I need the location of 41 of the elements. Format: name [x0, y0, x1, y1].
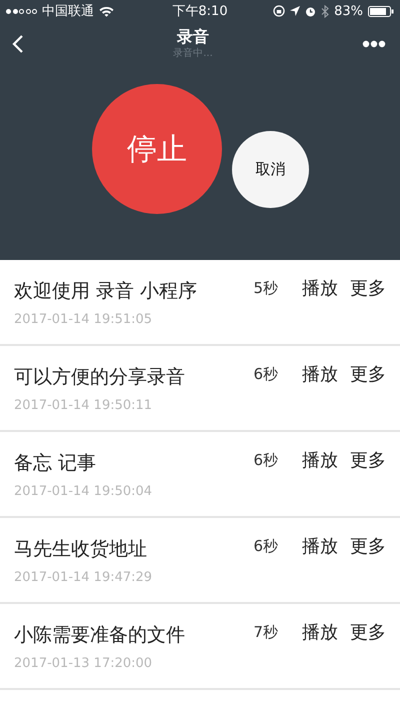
- play-button[interactable]: 播放: [302, 276, 338, 300]
- recording-duration: 6秒: [253, 364, 278, 384]
- recording-date: 2017-01-14 19:47:29: [14, 570, 154, 584]
- play-button[interactable]: 播放: [302, 534, 338, 558]
- more-link[interactable]: 更多: [350, 534, 386, 558]
- recording-duration: 6秒: [253, 450, 278, 470]
- recording-date: 2017-01-14 19:50:04: [14, 484, 154, 498]
- alarm-clock-icon: [305, 6, 316, 16]
- page-subtitle: 录音中...: [173, 47, 213, 61]
- more-icon[interactable]: [362, 40, 386, 48]
- recording-duration: 6秒: [253, 536, 278, 556]
- signal-icon: [6, 8, 37, 14]
- play-button[interactable]: 播放: [302, 620, 338, 644]
- play-button[interactable]: 播放: [302, 362, 338, 386]
- recording-title: 欢迎使用 录音 小程序: [14, 278, 198, 304]
- status-time: 下午8:10: [171, 3, 229, 20]
- wifi-icon: [99, 6, 114, 16]
- recording-title: 马先生收货地址: [14, 536, 148, 562]
- recording-date: 2017-01-14 19:50:11: [14, 398, 154, 412]
- battery-icon: [368, 6, 394, 16]
- back-icon[interactable]: [12, 34, 24, 54]
- recording-title: 小陈需要准备的文件: [14, 622, 186, 648]
- carrier-name: 中国联通: [42, 3, 94, 20]
- location-arrow-icon: [290, 6, 300, 16]
- recording-duration: 7秒: [253, 622, 278, 642]
- rotation-lock-icon: [273, 5, 286, 17]
- recording-duration: 5秒: [253, 278, 278, 298]
- cancel-button[interactable]: 取消: [232, 131, 309, 208]
- more-link[interactable]: 更多: [350, 448, 386, 472]
- more-link[interactable]: 更多: [350, 276, 386, 300]
- recording-date: 2017-01-14 19:51:05: [14, 312, 154, 326]
- recording-date: 2017-01-13 17:20:00: [14, 656, 154, 670]
- page-title: 录音: [176, 27, 210, 47]
- stop-button[interactable]: 停止: [92, 84, 222, 214]
- more-link[interactable]: 更多: [350, 362, 386, 386]
- play-button[interactable]: 播放: [302, 448, 338, 472]
- battery-percent: 83%: [334, 4, 363, 18]
- more-link[interactable]: 更多: [350, 620, 386, 644]
- bluetooth-icon: [321, 4, 330, 18]
- recording-title: 备忘 记事: [14, 450, 98, 476]
- recording-title: 可以方便的分享录音: [14, 364, 186, 390]
